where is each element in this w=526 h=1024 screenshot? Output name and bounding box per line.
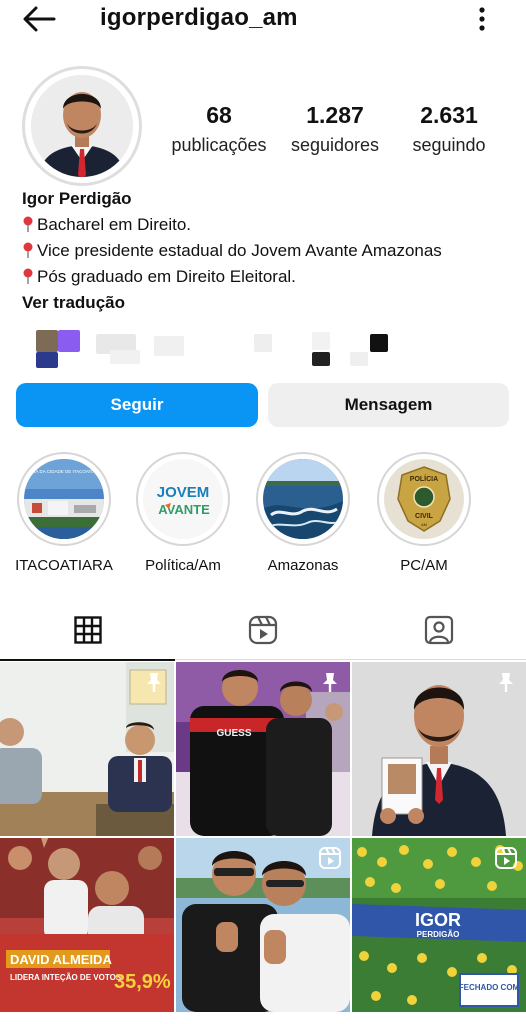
post-shirt-text: GUESS	[216, 728, 251, 739]
pin-icon	[147, 673, 161, 692]
highlight-cover-ring: ORLA DA CIDADE DE ITACOATIARA	[17, 452, 111, 546]
see-translation-link[interactable]: Ver tradução	[22, 293, 522, 313]
bio-line: Bacharel em Direito.	[22, 212, 522, 238]
avatar-photo	[31, 75, 133, 177]
vertical-ellipsis-icon[interactable]	[472, 6, 492, 32]
reels-icon	[248, 615, 277, 645]
highlight-label: ITACOATIARA	[15, 557, 113, 574]
highlight-itacoatiara[interactable]: ORLA DA CIDADE DE ITACOATIARA ITACOATIAR…	[14, 452, 114, 574]
round-pushpin-icon	[23, 242, 33, 258]
post-banner-text: IGOR	[415, 910, 461, 930]
bio-text: Vice presidente estadual do Jovem Avante…	[37, 241, 442, 260]
post-subline: LIDERA INTEÇÃO DE VOTOS	[10, 973, 122, 982]
stat-value: 2.631	[420, 102, 478, 128]
stat-label: seguindo	[412, 135, 486, 155]
highlight-cover-title: JOVEM	[157, 484, 210, 501]
posts-count[interactable]: 68 publicações	[164, 102, 274, 156]
post-percentage: 35,9%	[114, 971, 171, 993]
highlight-cover-subtitle: CIVIL	[415, 513, 434, 520]
profile-bio: Igor Perdigão Bacharel em Direito. Vice …	[22, 188, 522, 313]
highlight-label: Amazonas	[267, 557, 339, 574]
highlight-cover-image	[263, 459, 343, 539]
post-headline: DAVID ALMEIDA	[10, 952, 112, 967]
pin-icon	[323, 673, 337, 692]
highlight-cover-title: POLÍCIA	[410, 474, 438, 483]
stat-value: 1.287	[306, 102, 364, 128]
bio-line: Vice presidente estadual do Jovem Avante…	[22, 238, 522, 264]
highlight-cover-caption: ORLA DA CIDADE DE ITACOATIARA	[26, 469, 102, 474]
active-tab-indicator	[0, 659, 175, 661]
pin-icon	[499, 673, 513, 692]
profile-tabs	[0, 600, 526, 661]
highlight-label: Política/Am	[145, 557, 221, 574]
highlight-label: PC/AM	[400, 557, 448, 574]
highlight-amazonas[interactable]: Amazonas	[253, 452, 353, 574]
profile-full-name: Igor Perdigão	[22, 189, 132, 208]
profile-avatar[interactable]	[22, 66, 142, 186]
message-button[interactable]: Mensagem	[268, 383, 509, 427]
profile-username: igorperdigao_am	[100, 4, 298, 31]
bio-text: Pós graduado em Direito Eleitoral.	[37, 267, 296, 286]
followers-count[interactable]: 1.287 seguidores	[280, 102, 390, 156]
round-pushpin-icon	[23, 216, 33, 232]
stat-label: publicações	[171, 135, 267, 155]
reels-icon	[495, 847, 517, 869]
post-thumbnail[interactable]: IGOR PERDIGÃO FECHADO COM	[352, 838, 526, 1012]
highlight-cover-image: ORLA DA CIDADE DE ITACOATIARA	[24, 459, 104, 539]
highlight-cover-image: JOVEM AVANTE	[143, 459, 223, 539]
highlight-cover-ring	[256, 452, 350, 546]
bio-line: Pós graduado em Direito Eleitoral.	[22, 264, 522, 290]
grid-icon	[73, 616, 102, 644]
stat-value: 68	[206, 102, 232, 128]
post-thumbnail[interactable]	[352, 662, 526, 836]
tab-reels[interactable]	[175, 600, 350, 660]
post-thumbnail[interactable]	[0, 662, 174, 836]
highlight-cover-small-text: AM	[421, 522, 427, 527]
pixelated-mutual-followers	[36, 330, 396, 370]
highlight-cover-ring: JOVEM AVANTE	[136, 452, 230, 546]
highlight-politica-am[interactable]: JOVEM AVANTE Política/Am	[133, 452, 233, 574]
post-thumbnail[interactable]	[176, 838, 350, 1012]
round-pushpin-icon	[23, 268, 33, 284]
reels-icon	[319, 847, 341, 869]
follow-button[interactable]: Seguir	[16, 383, 258, 427]
highlight-pc-am[interactable]: POLÍCIA CIVIL AM PC/AM	[374, 452, 474, 574]
arrow-left-icon[interactable]	[22, 6, 56, 32]
stat-label: seguidores	[290, 135, 380, 155]
post-thumbnail[interactable]: DAVID ALMEIDA LIDERA INTEÇÃO DE VOTOS 35…	[0, 838, 174, 1012]
highlight-cover-image: POLÍCIA CIVIL AM	[384, 459, 464, 539]
post-banner-subtext: PERDIGÃO	[417, 930, 460, 939]
tagged-person-icon	[424, 615, 453, 645]
highlight-cover-ring: POLÍCIA CIVIL AM	[377, 452, 471, 546]
highlight-cover-subtitle: AVANTE	[158, 502, 210, 517]
tab-tagged[interactable]	[351, 600, 526, 660]
post-sign-text: FECHADO COM	[459, 983, 520, 992]
following-count[interactable]: 2.631 seguindo	[394, 102, 504, 156]
bio-text: Bacharel em Direito.	[37, 215, 192, 234]
tab-grid[interactable]	[0, 600, 175, 661]
top-bar: igorperdigao_am	[0, 0, 526, 38]
post-thumbnail[interactable]: GUESS	[176, 662, 350, 836]
